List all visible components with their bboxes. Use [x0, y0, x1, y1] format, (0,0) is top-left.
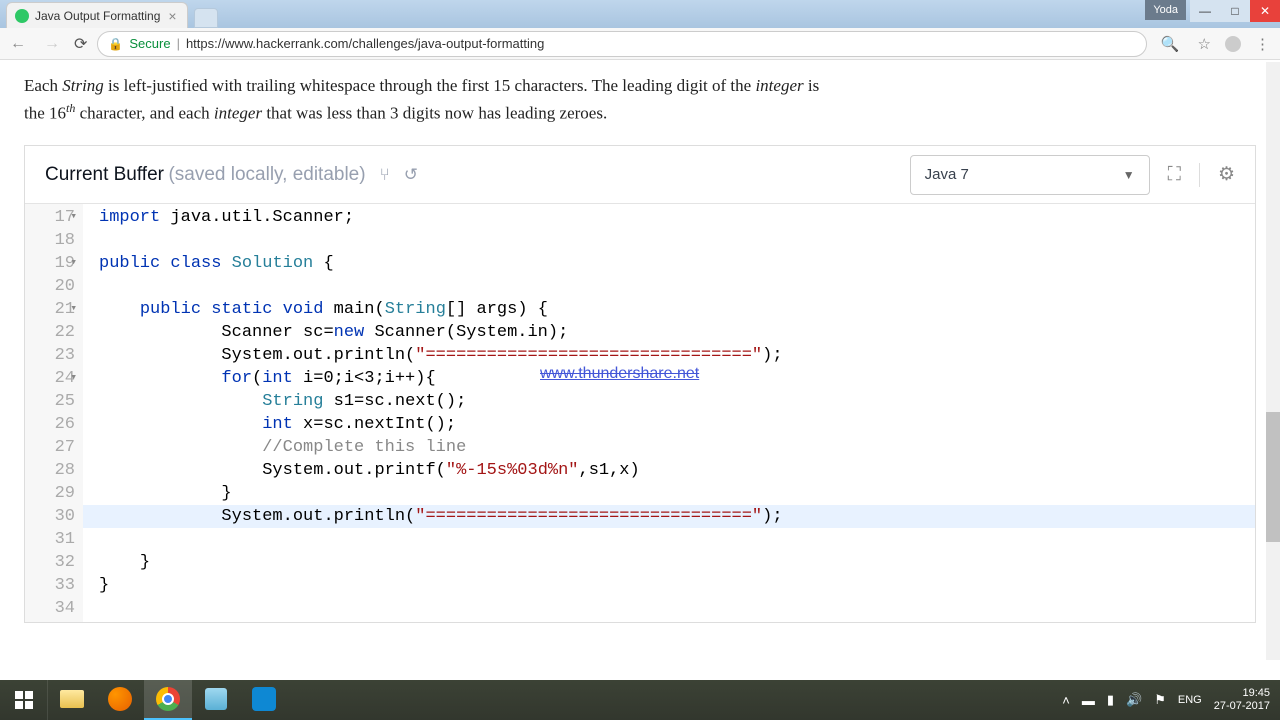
windows-logo-icon — [15, 691, 33, 709]
vertical-scrollbar[interactable] — [1266, 62, 1280, 660]
address-bar[interactable]: 🔒 Secure | https://www.hackerrank.com/ch… — [97, 31, 1146, 57]
code-line: String s1=sc.next(); — [99, 390, 1247, 413]
close-window-button[interactable]: ✕ — [1250, 0, 1280, 22]
problem-description: Each String is left-justified with trail… — [0, 68, 860, 145]
selected-language: Java 7 — [925, 166, 969, 183]
code-line: import java.util.Scanner; — [99, 206, 1247, 229]
code-line: int x=sc.nextInt(); — [99, 413, 1247, 436]
buffer-title: Current Buffer — [45, 164, 164, 185]
browser-toolbar: ← → ⟳ 🔒 Secure | https://www.hackerrank.… — [0, 28, 1280, 60]
recorder-taskbar-icon[interactable] — [240, 680, 288, 720]
new-tab-button[interactable] — [194, 8, 218, 28]
code-line: //Complete this line — [99, 436, 1247, 459]
window-titlebar: Java Output Formatting × Yoda — □ ✕ — [0, 0, 1280, 28]
code-line: } — [99, 482, 1247, 505]
reload-button[interactable]: ⟳ — [74, 34, 87, 54]
code-line — [99, 229, 1247, 252]
fullscreen-icon[interactable]: ⛶ — [1168, 164, 1181, 186]
system-tray: ˄ ▬ ▮ 🔊 ⚑ ENG 19:45 27-07-2017 — [1052, 687, 1280, 713]
tab-title: Java Output Formatting — [35, 9, 160, 23]
code-line — [99, 275, 1247, 298]
secure-label: Secure — [129, 36, 170, 51]
tab-strip: Java Output Formatting × — [0, 0, 218, 28]
notepad-taskbar-icon[interactable] — [192, 680, 240, 720]
code-line: Scanner sc=new Scanner(System.in); — [99, 321, 1247, 344]
code-line — [99, 597, 1247, 620]
code-line: public class Solution { — [99, 252, 1247, 275]
taskbar-clock[interactable]: 19:45 27-07-2017 — [1214, 687, 1270, 713]
code-line: } — [99, 551, 1247, 574]
code-editor-panel: Current Buffer (saved locally, editable)… — [24, 145, 1256, 623]
chrome-taskbar-icon[interactable] — [144, 680, 192, 720]
minimize-button[interactable]: — — [1190, 0, 1220, 22]
line-gutter: 17▾1819▾2021▾222324▾25262728293031323334 — [25, 204, 83, 622]
buffer-subtitle: (saved locally, editable) — [168, 164, 365, 185]
maximize-button[interactable]: □ — [1220, 0, 1250, 22]
code-line — [99, 528, 1247, 551]
bookmark-star-icon[interactable]: ☆ — [1194, 35, 1215, 53]
user-badge[interactable]: Yoda — [1145, 0, 1186, 20]
scrollbar-thumb[interactable] — [1266, 412, 1280, 542]
editor-header-right: Java 7 ▼ ⛶ ⚙ — [910, 155, 1235, 195]
keyboard-language[interactable]: ENG — [1178, 694, 1202, 706]
start-button[interactable] — [0, 680, 48, 720]
watermark-text: www.thundershare.net — [540, 365, 699, 383]
editor-header: Current Buffer (saved locally, editable)… — [25, 146, 1255, 204]
tray-chevron-icon[interactable]: ˄ — [1062, 693, 1070, 708]
editor-header-left: Current Buffer (saved locally, editable)… — [45, 164, 418, 186]
file-explorer-taskbar-icon[interactable] — [48, 680, 96, 720]
code-lines[interactable]: import java.util.Scanner; public class S… — [83, 204, 1255, 622]
clock-time: 19:45 — [1214, 687, 1270, 700]
profile-button[interactable] — [1225, 36, 1241, 52]
forward-button[interactable]: → — [40, 35, 64, 53]
menu-icon[interactable]: ⋮ — [1251, 35, 1274, 53]
url-text: https://www.hackerrank.com/challenges/ja… — [186, 36, 544, 51]
code-line-active: System.out.println("====================… — [83, 505, 1255, 528]
windows-taskbar: ˄ ▬ ▮ 🔊 ⚑ ENG 19:45 27-07-2017 — [0, 680, 1280, 720]
chevron-down-icon: ▼ — [1123, 168, 1135, 182]
window-controls: Yoda — □ ✕ — [1145, 0, 1280, 22]
code-line: System.out.printf("%-15s%03d%n",s1,x) — [99, 459, 1247, 482]
code-line: public static void main(String[] args) { — [99, 298, 1247, 321]
code-line: System.out.println("====================… — [99, 344, 1247, 367]
page-content: Each String is left-justified with trail… — [0, 60, 1280, 623]
history-icon[interactable]: ↺ — [404, 165, 418, 185]
separator — [1199, 163, 1200, 187]
branch-icon[interactable]: ⑂ — [380, 165, 390, 185]
language-select[interactable]: Java 7 ▼ — [910, 155, 1150, 195]
code-editor[interactable]: 17▾1819▾2021▾222324▾25262728293031323334… — [25, 204, 1255, 622]
code-line: } — [99, 574, 1247, 597]
volume-icon[interactable]: 🔊 — [1126, 692, 1142, 708]
browser-tab[interactable]: Java Output Formatting × — [6, 2, 188, 28]
tab-close-icon[interactable]: × — [166, 8, 178, 24]
flag-icon[interactable]: ⚑ — [1154, 692, 1166, 708]
clock-date: 27-07-2017 — [1214, 700, 1270, 713]
firefox-taskbar-icon[interactable] — [96, 680, 144, 720]
zoom-icon[interactable]: 🔍 — [1157, 35, 1184, 53]
gear-icon[interactable]: ⚙ — [1218, 163, 1235, 186]
lock-icon: 🔒 — [108, 37, 123, 51]
back-button[interactable]: ← — [6, 35, 30, 53]
battery-icon[interactable]: ▬ — [1082, 693, 1095, 708]
url-separator: | — [177, 36, 180, 51]
hackerrank-favicon — [15, 9, 29, 23]
network-icon[interactable]: ▮ — [1107, 692, 1114, 708]
